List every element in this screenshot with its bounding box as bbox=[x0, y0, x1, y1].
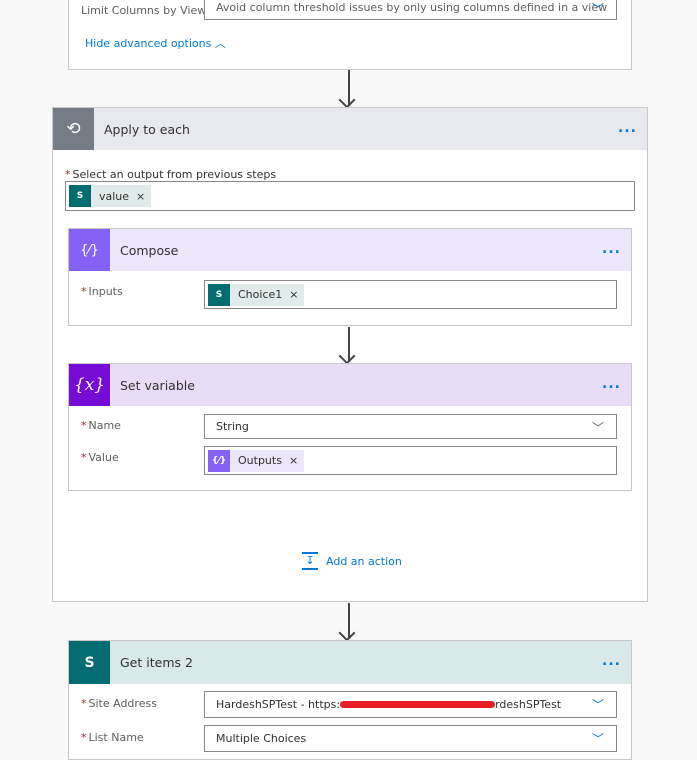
previous-action-card: Limit Columns by View Avoid column thres… bbox=[68, 0, 632, 70]
chevron-down-icon: ﹀ bbox=[591, 698, 604, 712]
add-an-action-button[interactable]: ↧ Add an action bbox=[302, 552, 402, 570]
hide-advanced-options-link[interactable]: Hide advanced options ︿ bbox=[85, 35, 226, 51]
value-label: * Value bbox=[81, 451, 119, 464]
remove-token-icon[interactable]: × bbox=[289, 454, 298, 467]
connector-arrow bbox=[348, 70, 350, 106]
more-options-icon[interactable]: ... bbox=[602, 653, 621, 669]
list-name-value: Multiple Choices bbox=[216, 732, 307, 745]
add-action-icon: ↧ bbox=[302, 552, 318, 570]
name-value: String bbox=[216, 420, 249, 433]
sharepoint-icon: S bbox=[69, 185, 91, 207]
remove-token-icon[interactable]: × bbox=[136, 190, 145, 203]
apply-to-each-title: Apply to each bbox=[104, 121, 190, 137]
more-options-icon[interactable]: ... bbox=[602, 376, 621, 392]
list-name-dropdown[interactable]: Multiple Choices ﹀ bbox=[204, 725, 617, 752]
inputs-field[interactable]: S Choice1 × bbox=[204, 280, 617, 309]
compose-header[interactable]: {⁄} Compose ... bbox=[69, 229, 631, 271]
select-output-input[interactable]: Svalue × bbox=[65, 181, 635, 211]
chevron-down-icon: ﹀ bbox=[591, 421, 604, 435]
compose-icon: {⁄} bbox=[208, 449, 230, 472]
value-field[interactable]: {⁄} Outputs × bbox=[204, 446, 617, 475]
set-variable-title: Set variable bbox=[120, 377, 195, 393]
apply-to-each-header[interactable]: ⟲ Apply to each ... bbox=[53, 108, 647, 150]
redaction-mark bbox=[340, 701, 496, 708]
get-items-card: S Get items 2 ... * Site Address HardeshS… bbox=[68, 640, 632, 760]
chevron-down-icon: ﹀ bbox=[591, 732, 604, 746]
compose-card: {⁄} Compose ... * Inputs S Choice1 × bbox=[68, 228, 632, 326]
connector-arrow bbox=[348, 603, 350, 639]
more-options-icon[interactable]: ... bbox=[618, 120, 637, 136]
set-variable-header[interactable]: {x} Set variable ... bbox=[69, 364, 631, 406]
outputs-token: {⁄} Outputs × bbox=[208, 449, 305, 472]
select-output-label: * Select an output from previous steps bbox=[65, 168, 277, 181]
value-token: Svalue × bbox=[69, 185, 152, 207]
site-address-label: * Site Address bbox=[81, 697, 157, 710]
site-address-value-end: rdeshSPTest bbox=[495, 698, 562, 711]
loop-icon: ⟲ bbox=[53, 108, 94, 150]
get-items-title: Get items 2 bbox=[120, 655, 193, 670]
site-address-value: HardeshSPTest - https: bbox=[216, 698, 341, 711]
compose-icon: {⁄} bbox=[69, 229, 110, 271]
sharepoint-icon: S bbox=[69, 641, 110, 684]
list-name-label: * List Name bbox=[81, 731, 144, 744]
remove-token-icon[interactable]: × bbox=[289, 288, 298, 301]
choice1-token: S Choice1 × bbox=[208, 283, 305, 306]
name-label: * Name bbox=[81, 419, 121, 432]
get-items-header[interactable]: S Get items 2 ... bbox=[69, 641, 631, 684]
more-options-icon[interactable]: ... bbox=[602, 241, 621, 257]
limit-columns-value: Avoid column threshold issues by only us… bbox=[216, 1, 608, 14]
set-variable-card: {x} Set variable ... * Name String ﹀ * Valu… bbox=[68, 363, 632, 491]
variable-icon: {x} bbox=[69, 364, 110, 406]
compose-title: Compose bbox=[120, 242, 179, 258]
limit-columns-label: Limit Columns by View bbox=[81, 4, 207, 17]
inputs-label: * Inputs bbox=[81, 285, 123, 298]
limit-columns-dropdown[interactable]: Avoid column threshold issues by only us… bbox=[204, 0, 617, 20]
connector-arrow bbox=[348, 327, 350, 362]
chevron-up-icon: ︿ bbox=[214, 37, 226, 50]
sharepoint-icon: S bbox=[208, 283, 230, 306]
name-dropdown[interactable]: String ﹀ bbox=[204, 414, 617, 439]
chevron-down-icon: ﹀ bbox=[591, 2, 604, 16]
apply-to-each-card: ⟲ Apply to each ... * Select an output fr… bbox=[52, 107, 648, 602]
site-address-dropdown[interactable]: HardeshSPTest - https: rdeshSPTest ﹀ bbox=[204, 691, 617, 718]
